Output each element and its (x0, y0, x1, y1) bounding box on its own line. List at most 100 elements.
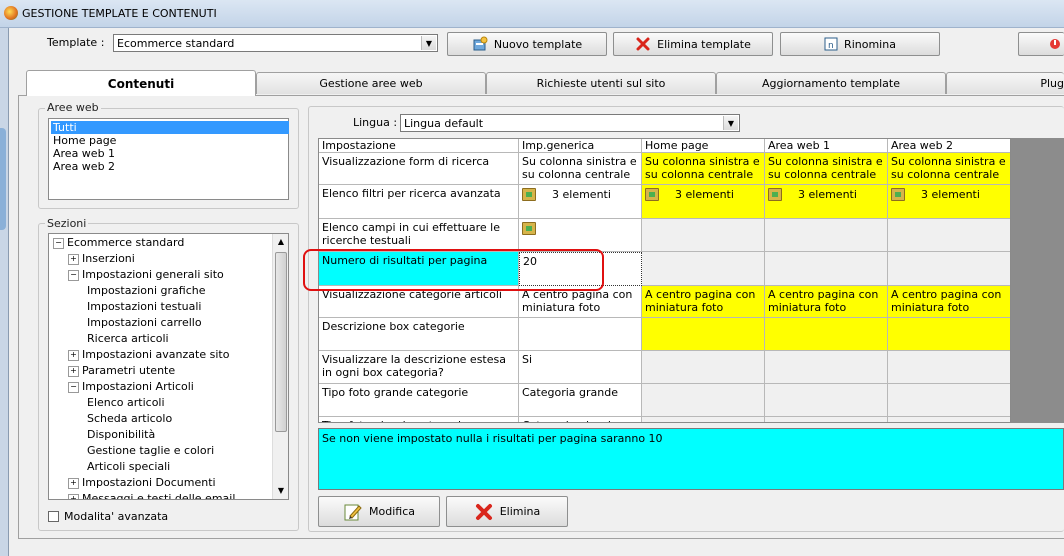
tree-scrollbar[interactable]: ▲ ▼ (272, 234, 288, 499)
grid-cell-home-page[interactable] (642, 318, 765, 351)
grid-cell-imp-generica[interactable]: 20 (519, 252, 642, 286)
grid-cell-home-page[interactable]: 3 elementi (642, 185, 765, 219)
grid-cell-home-page[interactable] (642, 417, 765, 422)
tree-item[interactable]: − Impostazioni Articoli (68, 379, 194, 395)
list-item-home-page[interactable]: Home page (51, 134, 118, 147)
grid-cell-imp-generica[interactable] (519, 219, 642, 252)
grid-cell-area-web-1[interactable]: 3 elementi (765, 185, 888, 219)
collapse-icon[interactable]: − (68, 269, 79, 281)
grid-cell-impostazione[interactable]: Numero di risultati per pagina (319, 252, 519, 286)
grid-cell-area-web-2[interactable] (888, 219, 1010, 252)
grid-cell-imp-generica[interactable] (519, 318, 642, 351)
grid-cell-impostazione[interactable]: Visualizzare la descrizione estesa in og… (319, 351, 519, 384)
tab-plug[interactable]: Plug (946, 72, 1064, 94)
scroll-up-icon[interactable]: ▲ (274, 235, 288, 249)
grid-cell-home-page[interactable] (642, 219, 765, 252)
grid-cell-imp-generica[interactable]: 3 elementi (519, 185, 642, 219)
grid-cell-area-web-2[interactable] (888, 351, 1010, 384)
grid-cell-impostazione[interactable]: Visualizzazione form di ricerca (319, 153, 519, 185)
grid-cell-area-web-1[interactable] (765, 384, 888, 417)
grid-cell-area-web-1[interactable] (765, 417, 888, 422)
grid-cell-impostazione[interactable]: Tipo foto grande categorie (319, 384, 519, 417)
tree-item[interactable]: Scheda articolo (83, 411, 172, 427)
tree-item[interactable]: − Ecommerce standard (53, 235, 184, 251)
tab-contenuti[interactable]: Contenuti (26, 70, 256, 96)
expand-icon[interactable]: + (68, 349, 79, 361)
column-header-area-web-2[interactable]: Area web 2 (888, 139, 1010, 153)
grid-cell-impostazione[interactable]: Tipo foto piccola categorie (319, 417, 519, 422)
expand-icon[interactable]: + (68, 365, 79, 377)
tree-item[interactable]: + Messaggi e testi delle email (68, 491, 235, 499)
grid-cell-imp-generica[interactable]: A centro pagina con miniatura foto (519, 286, 642, 318)
new-template-button[interactable]: Nuovo template (447, 32, 607, 56)
tree-item[interactable]: − Impostazioni generali sito (68, 267, 224, 283)
grid-cell-area-web-1[interactable] (765, 219, 888, 252)
list-item-area-web-2[interactable]: Area web 2 (51, 160, 117, 173)
grid-cell-area-web-1[interactable]: A centro pagina con miniatura foto (765, 286, 888, 318)
delete-button[interactable]: Elimina (446, 496, 568, 527)
grid-cell-imp-generica[interactable]: Su colonna sinistra e su colonna central… (519, 153, 642, 185)
rename-button[interactable]: n Rinomina (780, 32, 940, 56)
grid-cell-area-web-1[interactable]: Su colonna sinistra e su colonna central… (765, 153, 888, 185)
grid-cell-area-web-2[interactable]: 3 elementi (888, 185, 1010, 219)
tree-item[interactable]: Elenco articoli (83, 395, 165, 411)
collapse-icon[interactable]: − (68, 381, 79, 393)
grid-cell-imp-generica[interactable]: Categoria piccola (519, 417, 642, 422)
scroll-thumb[interactable] (275, 252, 287, 432)
grid-cell-area-web-1[interactable] (765, 318, 888, 351)
tab-richieste-utenti[interactable]: Richieste utenti sul sito (486, 72, 716, 94)
grid-cell-area-web-2[interactable] (888, 417, 1010, 422)
grid-cell-area-web-2[interactable]: Su colonna sinistra e su colonna central… (888, 153, 1010, 185)
grid-cell-area-web-2[interactable] (888, 384, 1010, 417)
grid-cell-home-page[interactable]: Su colonna sinistra e su colonna central… (642, 153, 765, 185)
tree-item[interactable]: + Impostazioni avanzate sito (68, 347, 229, 363)
tree-item[interactable]: Impostazioni testuali (83, 299, 202, 315)
collapse-icon[interactable]: − (53, 237, 64, 249)
grid-cell-area-web-2[interactable] (888, 252, 1010, 286)
template-select[interactable]: Ecommerce standard ▼ (113, 34, 438, 52)
sezioni-tree[interactable]: − Ecommerce standard + Inserzioni − Impostazi… (48, 233, 289, 500)
tree-item[interactable]: Gestione taglie e colori (83, 443, 214, 459)
grid-cell-imp-generica[interactable]: Si (519, 351, 642, 384)
scroll-down-icon[interactable]: ▼ (274, 484, 288, 498)
tree-item[interactable]: Articoli speciali (83, 459, 170, 475)
lingua-select[interactable]: Lingua default ▼ (400, 114, 740, 132)
grid-cell-impostazione[interactable]: Descrizione box categorie (319, 318, 519, 351)
list-item-tutti[interactable]: Tutti (51, 121, 289, 134)
tree-item[interactable]: Impostazioni carrello (83, 315, 202, 331)
delete-template-button[interactable]: Elimina template (613, 32, 773, 56)
tree-item[interactable]: Ricerca articoli (83, 331, 169, 347)
grid-cell-area-web-2[interactable]: A centro pagina con miniatura foto (888, 286, 1010, 318)
chevron-down-icon[interactable]: ▼ (421, 36, 436, 50)
list-item-area-web-1[interactable]: Area web 1 (51, 147, 117, 160)
side-handle[interactable] (0, 128, 6, 230)
grid-cell-area-web-2[interactable] (888, 318, 1010, 351)
grid-cell-impostazione[interactable]: Visualizzazione categorie articoli (319, 286, 519, 318)
grid-cell-impostazione[interactable]: Elenco filtri per ricerca avanzata (319, 185, 519, 219)
edit-button[interactable]: Modifica (318, 496, 440, 527)
grid-cell-home-page[interactable]: A centro pagina con miniatura foto (642, 286, 765, 318)
column-header-area-web-1[interactable]: Area web 1 (765, 139, 888, 153)
column-header-impostazione[interactable]: Impostazione (319, 139, 519, 153)
tree-item[interactable]: Disponibilità (83, 427, 155, 443)
grid-cell-home-page[interactable] (642, 351, 765, 384)
grid-cell-area-web-1[interactable] (765, 252, 888, 286)
tree-item[interactable]: Impostazioni grafiche (83, 283, 206, 299)
tab-gestione-aree-web[interactable]: Gestione aree web (256, 72, 486, 94)
grid-cell-home-page[interactable] (642, 252, 765, 286)
expand-icon[interactable]: + (68, 493, 79, 499)
column-header-imp-generica[interactable]: Imp.generica (519, 139, 642, 153)
expand-icon[interactable]: + (68, 253, 79, 265)
grid-cell-home-page[interactable] (642, 384, 765, 417)
grid-cell-imp-generica[interactable]: Categoria grande (519, 384, 642, 417)
grid-cell-impostazione[interactable]: Elenco campi in cui effettuare le ricerc… (319, 219, 519, 252)
tab-aggiornamento-template[interactable]: Aggiornamento template (716, 72, 946, 94)
tree-item[interactable]: + Inserzioni (68, 251, 135, 267)
aree-web-list[interactable]: Tutti Home page Area web 1 Area web 2 (48, 118, 289, 200)
close-app-button[interactable] (1018, 32, 1064, 56)
column-header-home-page[interactable]: Home page (642, 139, 765, 153)
tree-item[interactable]: + Parametri utente (68, 363, 175, 379)
tree-item[interactable]: + Impostazioni Documenti (68, 475, 216, 491)
grid-cell-area-web-1[interactable] (765, 351, 888, 384)
expand-icon[interactable]: + (68, 477, 79, 489)
